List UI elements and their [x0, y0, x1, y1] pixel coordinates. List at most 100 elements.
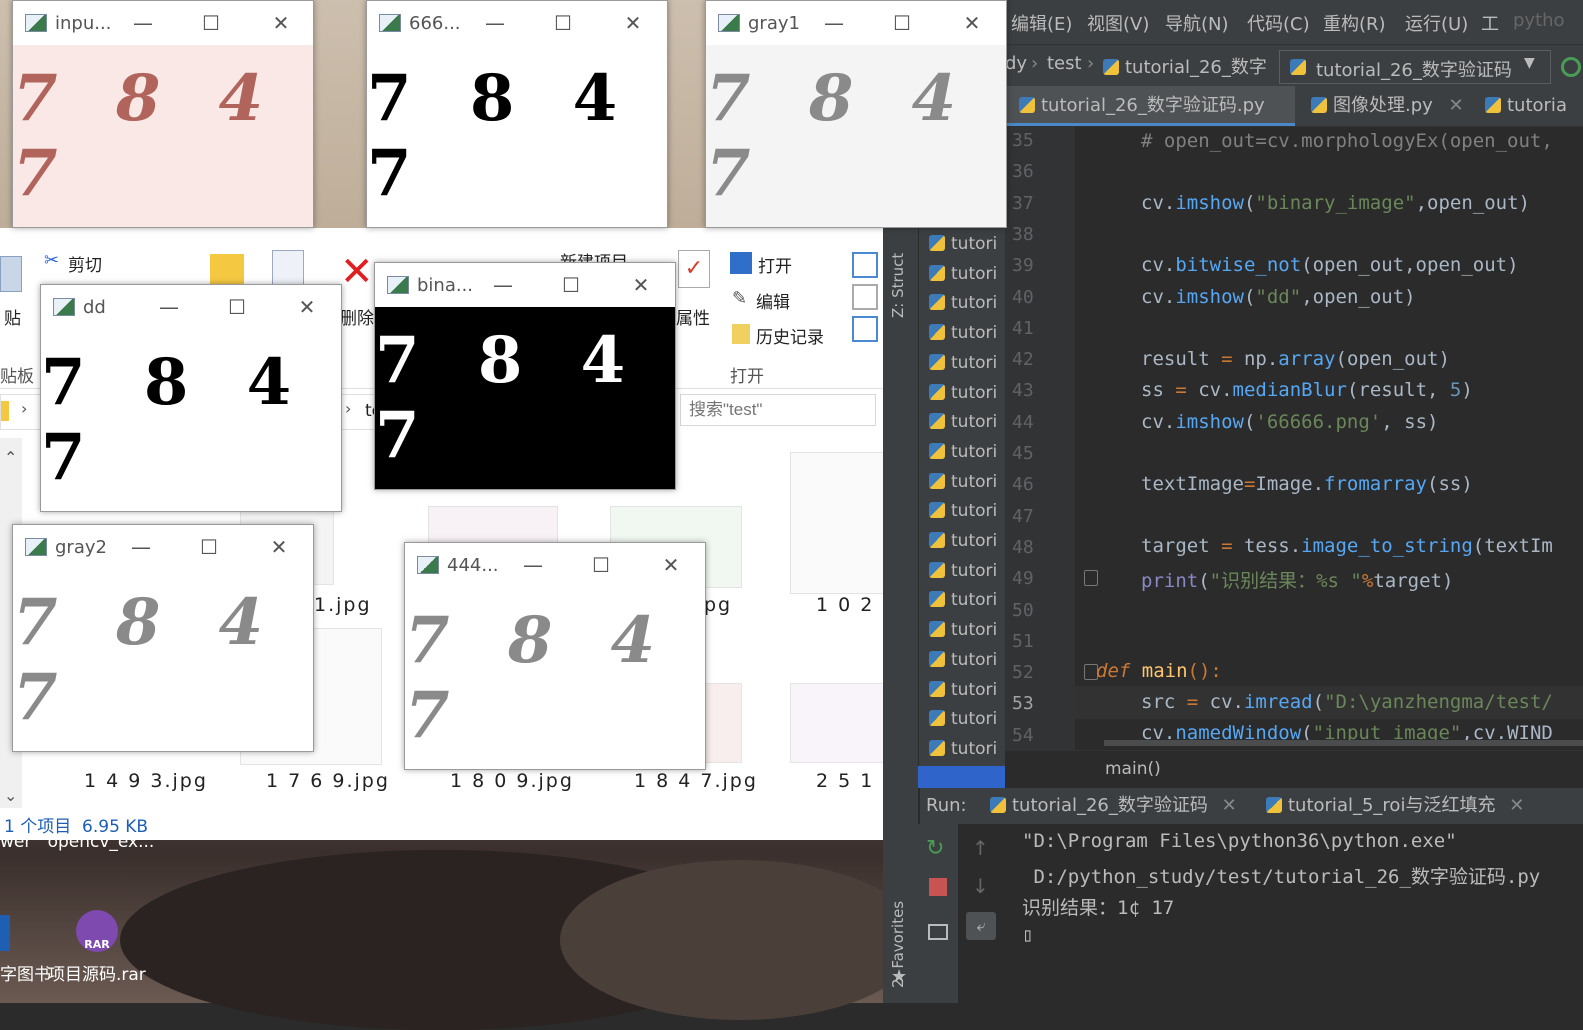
close-icon[interactable]: ✕	[1449, 95, 1464, 116]
close-icon[interactable]: ✕	[249, 525, 309, 569]
menu-edit[interactable]: 编辑(E)	[1011, 10, 1072, 36]
code-line-44[interactable]: cv.imshow('66666.png', ss)	[1141, 411, 1438, 433]
fold-marker-icon[interactable]	[1084, 570, 1098, 586]
delete-button[interactable]: 删除	[340, 304, 374, 329]
maximize-icon[interactable]: ☐	[533, 1, 593, 45]
structure-item[interactable]: tutori	[929, 650, 997, 670]
structure-item[interactable]: tutori	[929, 620, 997, 640]
chevron-down-icon[interactable]: ⌄	[4, 786, 17, 805]
breadcrumb-segment[interactable]: dy	[1005, 53, 1027, 74]
breadcrumb-segment[interactable]: test	[1047, 53, 1082, 74]
search-input[interactable]	[680, 394, 876, 426]
close-icon[interactable]: ✕	[611, 263, 671, 307]
edit-button[interactable]: 编辑	[756, 288, 790, 313]
structure-item[interactable]: tutori	[929, 680, 997, 700]
minimize-icon[interactable]: —	[113, 1, 173, 45]
file-thumbnail[interactable]	[790, 683, 885, 763]
stop-icon[interactable]	[929, 878, 947, 896]
close-icon[interactable]: ✕	[1222, 795, 1237, 816]
desktop-icon-label[interactable]: 项目源码.rar	[48, 960, 146, 985]
structure-item[interactable]: tutori	[929, 383, 997, 403]
maximize-icon[interactable]: ☐	[207, 285, 267, 329]
close-icon[interactable]: ✕	[603, 1, 663, 45]
window-titlebar[interactable]: 444... — ☐ ✕	[405, 543, 705, 587]
minimize-icon[interactable]: —	[804, 1, 864, 45]
minimize-icon[interactable]: —	[111, 525, 171, 569]
opencv-window-dd[interactable]: dd — ☐ ✕ 7 8 4 7	[40, 284, 342, 512]
menu-tools[interactable]: 工	[1481, 10, 1499, 36]
minimize-icon[interactable]: —	[465, 1, 525, 45]
close-icon[interactable]: ✕	[641, 543, 701, 587]
copy-icon[interactable]	[272, 250, 304, 286]
structure-selected-row[interactable]	[918, 766, 1005, 788]
select-all-icon[interactable]	[852, 252, 878, 278]
menu-run[interactable]: 运行(U)	[1405, 10, 1468, 36]
opencv-window-444[interactable]: 444... — ☐ ✕ 7 8 4 7	[404, 542, 706, 770]
window-titlebar[interactable]: 666... — ☐ ✕	[367, 1, 667, 45]
select-none-icon[interactable]	[852, 284, 878, 310]
structure-tool-label[interactable]: Z: Struct	[889, 228, 911, 318]
layout-icon[interactable]	[928, 924, 948, 940]
maximize-icon[interactable]: ☐	[179, 525, 239, 569]
delete-icon[interactable]: ✕	[340, 252, 374, 292]
code-line-46[interactable]: textImage=Image.fromarray(ss)	[1141, 473, 1473, 495]
menu-view[interactable]: 视图(V)	[1087, 10, 1149, 36]
properties-icon[interactable]: ✓	[678, 250, 710, 288]
code-line-52[interactable]: def main():	[1096, 660, 1222, 682]
opencv-window-gray2[interactable]: gray2 — ☐ ✕ 7 8 4 7	[12, 524, 314, 752]
code-line-37[interactable]: cv.imshow("binary_image",open_out)	[1141, 192, 1530, 214]
horizontal-scrollbar[interactable]	[1104, 740, 1583, 746]
window-titlebar[interactable]: dd — ☐ ✕	[41, 285, 341, 329]
properties-button[interactable]: 属性	[676, 304, 710, 329]
window-titlebar[interactable]: inpu... — ☐ ✕	[13, 1, 313, 45]
structure-item[interactable]: tutori	[929, 442, 997, 462]
maximize-icon[interactable]: ☐	[571, 543, 631, 587]
run-icon[interactable]	[1561, 57, 1581, 77]
file-name[interactable]: 1.jpg	[314, 594, 372, 616]
structure-item[interactable]: tutori	[929, 501, 997, 521]
arrow-down-icon[interactable]: ↓	[972, 874, 989, 898]
run-config-dropdown[interactable]: tutorial_26_数字验证码 ▼	[1279, 50, 1551, 84]
opencv-window-gray1[interactable]: gray1 — ☐ ✕ 7 8 4 7	[705, 0, 1007, 228]
tab-tutoria[interactable]: tutoria	[1485, 86, 1567, 126]
soft-wrap-icon[interactable]: ⤶	[966, 912, 996, 940]
paste-icon[interactable]	[0, 256, 22, 292]
window-titlebar[interactable]: gray1 — ☐ ✕	[706, 1, 1006, 45]
minimize-icon[interactable]: —	[503, 543, 563, 587]
close-icon[interactable]: ✕	[251, 1, 311, 45]
code-line-35[interactable]: # open_out=cv.morphologyEx(open_out,	[1141, 130, 1553, 152]
desktop-icon-doc[interactable]	[0, 915, 10, 951]
star-icon[interactable]: ★	[891, 966, 907, 987]
structure-item[interactable]: tutori	[929, 472, 997, 492]
file-name[interactable]: 1 7 6 9.jpg	[266, 770, 390, 792]
maximize-icon[interactable]: ☐	[181, 1, 241, 45]
history-button[interactable]: 历史记录	[756, 323, 824, 348]
arrow-up-icon[interactable]: ↑	[972, 836, 989, 860]
folder-move-icon[interactable]	[210, 254, 244, 284]
invert-selection-icon[interactable]	[852, 316, 878, 342]
menu-refactor[interactable]: 重构(R)	[1323, 10, 1386, 36]
file-name[interactable]: 1 4 9 3.jpg	[84, 770, 208, 792]
file-thumbnail[interactable]	[790, 452, 885, 594]
window-titlebar[interactable]: bina... — ☐ ✕	[375, 263, 675, 307]
structure-item[interactable]: tutori	[929, 709, 997, 729]
structure-item[interactable]: tutori	[929, 561, 997, 581]
paste-button[interactable]: 贴	[4, 304, 21, 329]
structure-item[interactable]: tutori	[929, 590, 997, 610]
window-titlebar[interactable]: gray2 — ☐ ✕	[13, 525, 313, 569]
structure-item[interactable]: tutori	[929, 739, 997, 759]
desktop-icon-label[interactable]: 字图书	[0, 960, 51, 985]
file-name[interactable]: pg	[704, 594, 732, 616]
cut-button[interactable]: 剪切	[68, 251, 102, 276]
menu-python[interactable]: pytho	[1513, 10, 1565, 31]
file-name[interactable]: 1 8 0 9.jpg	[450, 770, 574, 792]
code-line-53[interactable]: src = cv.imread("D:\yanzhengma/test/	[1141, 691, 1553, 713]
maximize-icon[interactable]: ☐	[872, 1, 932, 45]
open-button[interactable]: 打开	[758, 252, 792, 277]
breadcrumb-segment[interactable]: tutorial_26_数字	[1103, 53, 1267, 79]
structure-item[interactable]: tutori	[929, 531, 997, 551]
maximize-icon[interactable]: ☐	[541, 263, 601, 307]
structure-item[interactable]: tutori	[929, 353, 997, 373]
rar-icon[interactable]: RAR	[76, 910, 118, 952]
code-line-39[interactable]: cv.bitwise_not(open_out,open_out)	[1141, 254, 1519, 276]
